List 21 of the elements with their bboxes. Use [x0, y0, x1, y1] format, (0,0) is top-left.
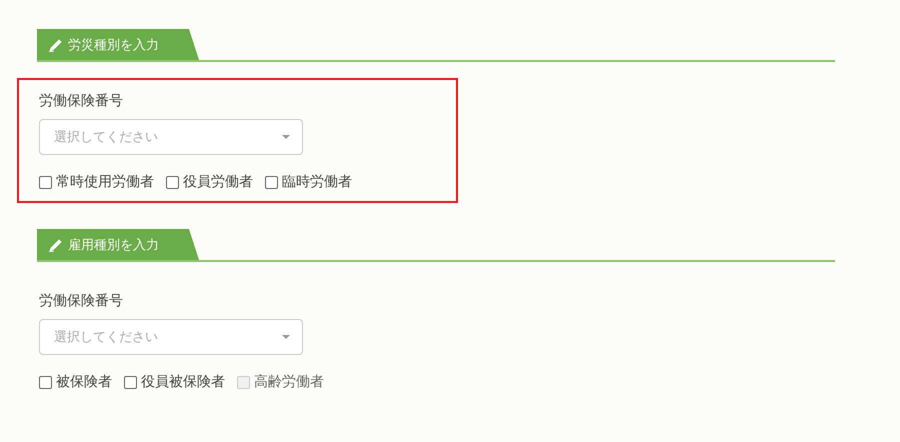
checkbox-label: 役員労働者 — [183, 173, 253, 191]
checkbox[interactable] — [265, 176, 278, 188]
caret-icon — [282, 335, 290, 339]
checkbox[interactable] — [39, 176, 52, 188]
checkbox[interactable] — [166, 176, 179, 188]
checkbox-label: 被保険者 — [56, 373, 112, 391]
select-field[interactable]: 選択してください — [39, 119, 303, 155]
pencil-icon — [49, 238, 63, 252]
checkbox[interactable] — [39, 376, 52, 388]
section-title: 労災種別を入力 — [68, 36, 159, 54]
checkbox-label: 高齢労働者 — [254, 373, 324, 391]
checkbox-label: 常時使用労働者 — [56, 173, 154, 191]
caret-icon — [282, 135, 290, 139]
select-field[interactable]: 選択してください — [39, 319, 303, 355]
checkbox-label: 役員被保険者 — [141, 373, 225, 391]
checkbox[interactable] — [124, 376, 137, 388]
field-label: 労働保険番号 — [39, 292, 124, 310]
checkbox-label: 臨時労働者 — [282, 173, 352, 191]
field-label: 労働保険番号 — [39, 92, 124, 110]
pencil-icon — [49, 38, 63, 52]
section-title: 雇用種別を入力 — [68, 236, 159, 254]
